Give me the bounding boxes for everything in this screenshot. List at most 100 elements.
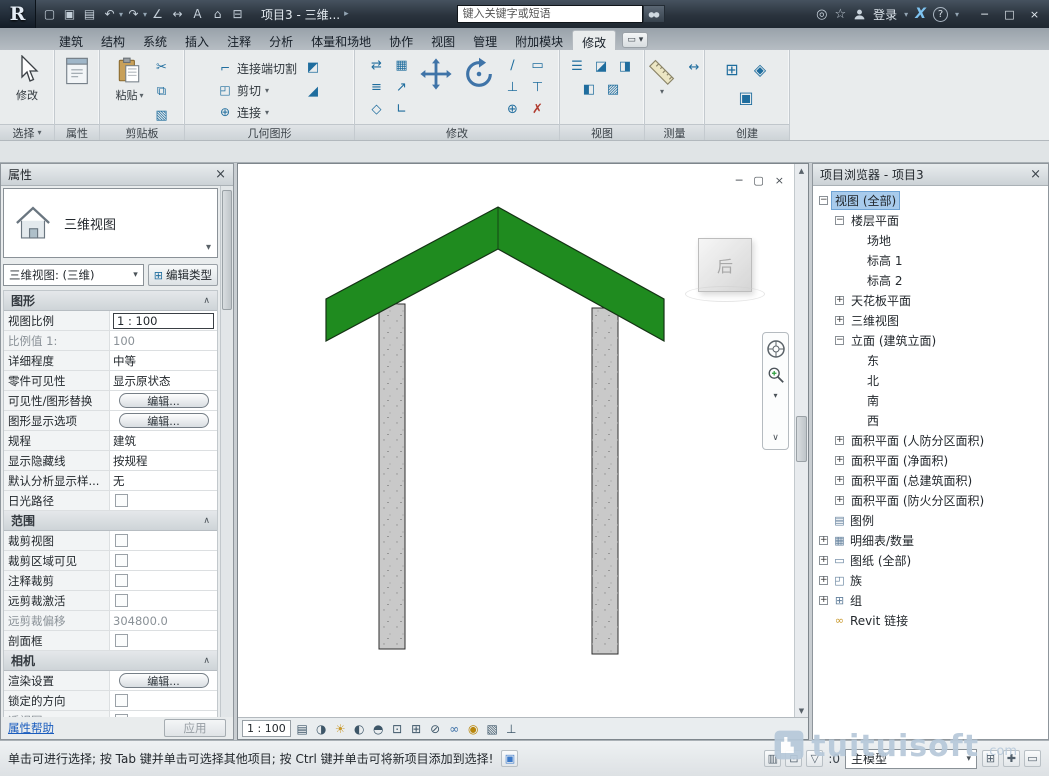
tree-item-族[interactable]: +◰族 <box>813 570 1048 590</box>
panel-label-measure[interactable]: 测量 <box>645 124 704 140</box>
section-icon[interactable]: ⊟ <box>228 4 247 24</box>
column-left[interactable] <box>379 304 405 649</box>
property-value[interactable]: 1 : 100 <box>110 311 217 330</box>
sign-in-dropdown-icon[interactable]: ▾ <box>904 10 908 19</box>
join-geometry-icon[interactable]: ⊕ <box>502 99 524 120</box>
ribbon-tab-建筑[interactable]: 建筑 <box>50 30 92 50</box>
tree-expander-icon[interactable]: − <box>835 336 844 345</box>
tree-item-南[interactable]: 南 <box>813 390 1048 410</box>
create-similar-icon[interactable]: ◈ <box>747 56 773 82</box>
redo-icon[interactable]: ↷ <box>124 4 143 24</box>
tree-item-面积平面 (防火分区面积)[interactable]: +面积平面 (防火分区面积) <box>813 490 1048 510</box>
create-assembly-icon[interactable]: ▣ <box>733 84 759 110</box>
unpin-icon[interactable]: ⊤ <box>527 77 549 98</box>
properties-scrollbar[interactable] <box>220 186 233 717</box>
ribbon-tab-插入[interactable]: 插入 <box>176 30 218 50</box>
property-value[interactable]: 100 <box>110 331 217 350</box>
cut-profile-icon[interactable]: ◧ <box>578 79 600 100</box>
navbar-dropdown-icon[interactable]: ▾ <box>773 391 777 400</box>
maximize-window-button[interactable]: □ <box>997 4 1022 24</box>
property-value[interactable]: 中等 <box>110 351 217 370</box>
save-icon[interactable]: ▣ <box>60 4 79 24</box>
open-icon[interactable]: ▢ <box>40 4 59 24</box>
scrollbar-thumb[interactable] <box>796 416 807 462</box>
edit-button[interactable]: 编辑... <box>119 413 209 428</box>
property-value[interactable] <box>110 591 217 610</box>
edit-button[interactable]: 编辑... <box>119 673 209 688</box>
close-window-button[interactable]: × <box>1022 4 1047 24</box>
panel-label-create[interactable]: 创建 <box>705 124 789 140</box>
tree-expander-icon[interactable]: + <box>835 496 844 505</box>
tree-item-三维视图[interactable]: +三维视图 <box>813 310 1048 330</box>
property-value[interactable] <box>110 691 217 710</box>
wall-opening-icon[interactable]: ▭ <box>527 55 549 76</box>
tree-item-北[interactable]: 北 <box>813 370 1048 390</box>
tree-expander-icon[interactable]: + <box>819 576 828 585</box>
status-indicator-icon[interactable]: ▣ <box>501 750 518 767</box>
property-value[interactable]: 显示原状态 <box>110 371 217 390</box>
text-icon[interactable]: A <box>188 4 207 24</box>
create-group-icon[interactable]: ⊞ <box>719 56 745 82</box>
override-graphics-icon[interactable]: ▨ <box>602 79 624 100</box>
match-type-icon[interactable]: ▧ <box>151 105 173 126</box>
temporary-view-properties-icon[interactable]: ▧ <box>484 720 501 737</box>
checkbox[interactable] <box>115 554 128 567</box>
ribbon-tab-体量和场地[interactable]: 体量和场地 <box>302 30 380 50</box>
undo-dropdown-icon[interactable]: ▾ <box>119 10 123 19</box>
panel-label-modify[interactable]: 修改 <box>355 124 559 140</box>
ribbon-display-toggle[interactable]: ▭▾ <box>622 32 648 48</box>
tree-expander-icon[interactable]: − <box>819 196 828 205</box>
project-browser-close-icon[interactable]: × <box>1030 167 1041 182</box>
tree-expander-icon[interactable]: + <box>819 596 828 605</box>
print-icon[interactable]: ▤ <box>80 4 99 24</box>
tree-expander-icon[interactable]: + <box>819 536 828 545</box>
type-selector[interactable]: 三维视图 ▾ <box>3 188 218 258</box>
paste-button[interactable]: 粘贴▾ <box>111 53 147 105</box>
tree-item-面积平面 (总建筑面积)[interactable]: +面积平面 (总建筑面积) <box>813 470 1048 490</box>
favorites-star-icon[interactable]: ☆ <box>835 7 847 22</box>
tree-item-场地[interactable]: 场地 <box>813 230 1048 250</box>
property-value[interactable]: 建筑 <box>110 431 217 450</box>
tree-item-标高 2[interactable]: 标高 2 <box>813 270 1048 290</box>
view-minimize-icon[interactable]: ─ <box>736 174 743 187</box>
panel-label-geometry[interactable]: 几何图形 <box>185 124 354 140</box>
property-section-范围[interactable]: 范围∧ <box>4 511 217 531</box>
reveal-hidden-elements-icon[interactable]: ◉ <box>465 720 482 737</box>
apply-button[interactable]: 应用 <box>164 719 226 737</box>
unlocked-3d-view-icon[interactable]: ⊘ <box>427 720 444 737</box>
checkbox[interactable] <box>115 494 128 507</box>
minimize-window-button[interactable]: ─ <box>972 4 997 24</box>
edit-type-button[interactable]: ⊞ 编辑类型 <box>148 264 218 286</box>
section-collapse-icon[interactable]: ∧ <box>203 656 210 666</box>
measure-button[interactable]: ▾ <box>644 53 680 100</box>
help-dropdown-icon[interactable]: ▾ <box>955 10 959 19</box>
search-input[interactable] <box>457 5 643 23</box>
tree-expander-icon[interactable]: − <box>835 216 844 225</box>
app-menu-button[interactable]: R <box>0 0 36 28</box>
communication-center-icon[interactable]: ◎ <box>816 7 827 22</box>
property-value[interactable]: 编辑... <box>110 671 217 690</box>
show-crop-region-icon[interactable]: ⊞ <box>408 720 425 737</box>
delete-icon[interactable]: ✗ <box>527 99 549 120</box>
crop-view-icon[interactable]: ⊡ <box>389 720 406 737</box>
ribbon-tab-分析[interactable]: 分析 <box>260 30 302 50</box>
ribbon-tab-管理[interactable]: 管理 <box>464 30 506 50</box>
property-section-相机[interactable]: 相机∧ <box>4 651 217 671</box>
tree-expander-icon[interactable]: + <box>835 436 844 445</box>
panel-label-properties[interactable]: 属性 <box>55 124 99 140</box>
tree-item-面积平面 (人防分区面积)[interactable]: +面积平面 (人防分区面积) <box>813 430 1048 450</box>
modify-tool-button[interactable]: 修改 <box>11 53 43 105</box>
move-button[interactable] <box>416 53 456 95</box>
search-binoculars-icon[interactable] <box>643 5 665 23</box>
tree-item-立面 (建筑立面)[interactable]: −立面 (建筑立面) <box>813 330 1048 350</box>
panel-label-view[interactable]: 视图 <box>560 124 644 140</box>
steering-wheel-icon[interactable] <box>766 339 786 359</box>
tree-expander-icon[interactable]: + <box>835 456 844 465</box>
rotate-button[interactable] <box>459 53 499 95</box>
properties-toggle-button[interactable] <box>58 53 96 89</box>
property-value[interactable]: 按规程 <box>110 451 217 470</box>
tree-item-Revit 链接[interactable]: ∞Revit 链接 <box>813 610 1048 630</box>
copy-icon[interactable]: ⧉ <box>151 81 173 102</box>
detail-level-icon[interactable]: ▤ <box>294 720 311 737</box>
drawing-area[interactable]: ─ ▢ × 后 ▾ ∨ ▲ ▼ <box>237 163 809 740</box>
